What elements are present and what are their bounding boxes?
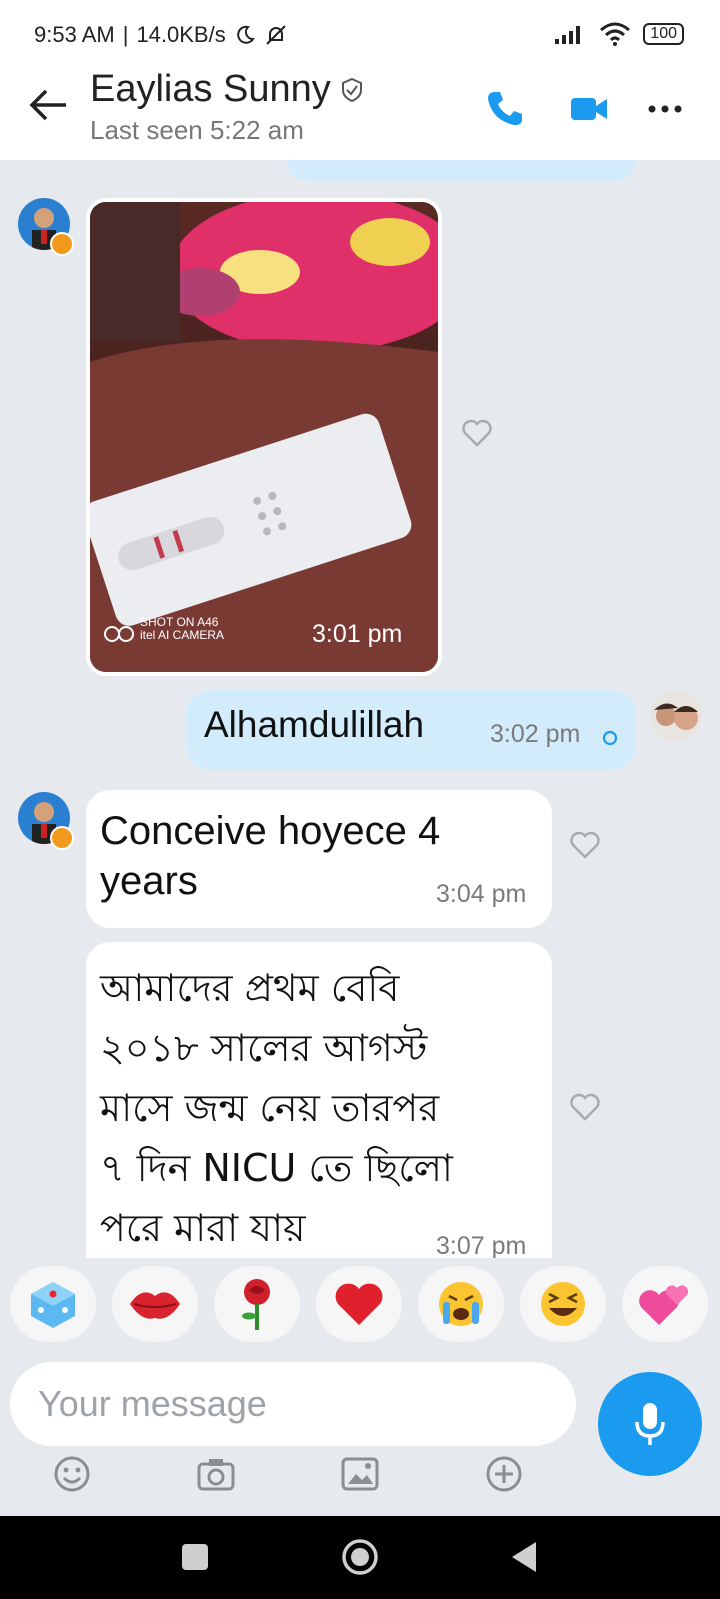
message-line: Conceive hoyece 4 (100, 809, 441, 853)
two-hearts-icon (639, 1285, 689, 1325)
camera-watermark: SHOT ON A46 itel AI CAMERA (140, 616, 224, 642)
back-arrow-icon[interactable] (26, 82, 72, 128)
message-bubble-incoming[interactable]: আমাদের প্রথম বেবি ২০১৮ সালের আগস্ট মাসে … (86, 942, 552, 1258)
sent-status-icon (602, 730, 618, 746)
moon-icon (236, 25, 255, 44)
heart-icon (335, 1283, 383, 1325)
status-right: 100 (553, 22, 684, 46)
quick-reactions-bar (0, 1258, 720, 1354)
reaction-dice[interactable] (10, 1266, 96, 1342)
message-line: ২০১৮ সালের আগস্ট (100, 1026, 428, 1070)
verified-shield-icon (341, 77, 362, 102)
heart-outline-icon[interactable] (460, 416, 494, 450)
pregnancy-test-photo (90, 202, 438, 672)
message-bubble-incoming[interactable]: Conceive hoyece 4 years 3:04 pm (86, 790, 552, 928)
status-badge (50, 232, 74, 256)
reaction-lips[interactable] (112, 1266, 198, 1342)
message-line: ৭ দিন NICU তে ছিলো (100, 1146, 453, 1190)
contact-title: Eaylias Sunny (90, 68, 365, 111)
my-avatar[interactable] (650, 690, 702, 742)
back-nav-icon[interactable] (508, 1540, 540, 1574)
reaction-heart[interactable] (316, 1266, 402, 1342)
message-line: মাসে জন্ম নেয় তারপর (100, 1086, 440, 1130)
message-bubble-outgoing-partial[interactable] (286, 160, 636, 182)
photo-timestamp: 3:01 pm (312, 620, 403, 648)
voice-record-button[interactable] (598, 1372, 702, 1476)
chat-header: Eaylias Sunny Last seen 5:22 am (0, 60, 720, 160)
system-navigation-bar (0, 1516, 720, 1599)
last-seen: Last seen 5:22 am (90, 115, 304, 145)
add-attachment-icon[interactable] (484, 1454, 524, 1494)
status-time: 9:53 AM (34, 22, 115, 47)
contact-info[interactable]: Eaylias Sunny Last seen 5:22 am (90, 68, 365, 146)
my-avatar-image (650, 690, 702, 742)
gallery-icon[interactable] (340, 1454, 380, 1494)
status-bar: 9:53 AM | 14.0KB/s 100 (0, 0, 720, 60)
microphone-icon (635, 1403, 665, 1445)
message-bubble-outgoing[interactable]: Alhamdulillah 3:02 pm (186, 690, 636, 770)
laughing-face-icon (541, 1282, 585, 1326)
status-badge (50, 826, 74, 850)
message-line: years (100, 859, 198, 903)
message-text: আমাদের প্রথম বেবি ২০১৮ সালের আগস্ট মাসে … (100, 958, 453, 1258)
photo-message[interactable]: SHOT ON A46 itel AI CAMERA 3:01 pm (86, 198, 442, 676)
message-line: আমাদের প্রথম বেবি (100, 966, 400, 1010)
message-time: 3:02 pm (490, 720, 581, 748)
reaction-laughing-face[interactable] (520, 1266, 606, 1342)
reaction-crying-face[interactable] (418, 1266, 504, 1342)
message-input[interactable]: Your message (10, 1362, 576, 1446)
message-list[interactable]: SHOT ON A46 itel AI CAMERA 3:01 pm Alham… (0, 160, 720, 1258)
reaction-rose[interactable] (214, 1266, 300, 1342)
muted-bell-icon (266, 25, 286, 45)
home-icon[interactable] (340, 1537, 380, 1577)
crying-face-icon (439, 1282, 483, 1326)
message-time: 3:04 pm (436, 880, 527, 908)
message-line: পরে মারা যায় (100, 1206, 306, 1250)
battery-indicator: 100 (643, 23, 684, 45)
wifi-icon (600, 22, 631, 46)
lips-icon (130, 1292, 180, 1319)
emoji-icon[interactable] (52, 1454, 92, 1494)
status-separator: | (122, 22, 129, 47)
message-text: Conceive hoyece 4 years (100, 806, 440, 906)
video-call-icon[interactable] (568, 88, 610, 130)
message-text: Alhamdulillah (204, 704, 425, 745)
rose-icon (242, 1279, 270, 1330)
recent-apps-icon[interactable] (180, 1542, 210, 1572)
heart-outline-icon[interactable] (568, 1090, 602, 1124)
more-options-icon[interactable] (644, 88, 686, 130)
message-time: 3:07 pm (436, 1232, 527, 1258)
heart-outline-icon[interactable] (568, 828, 602, 862)
phone-call-icon[interactable] (484, 88, 526, 130)
message-composer: Your message (0, 1354, 720, 1516)
network-speed: 14.0KB/s (136, 22, 226, 47)
status-left: 9:53 AM | 14.0KB/s (34, 22, 288, 48)
camera-icon[interactable] (196, 1454, 236, 1494)
dice-icon (31, 1282, 75, 1328)
reaction-two-hearts[interactable] (622, 1266, 708, 1342)
watermark-line2: itel AI CAMERA (140, 628, 225, 642)
contact-name: Eaylias Sunny (90, 68, 331, 110)
signal-icon (555, 26, 581, 44)
